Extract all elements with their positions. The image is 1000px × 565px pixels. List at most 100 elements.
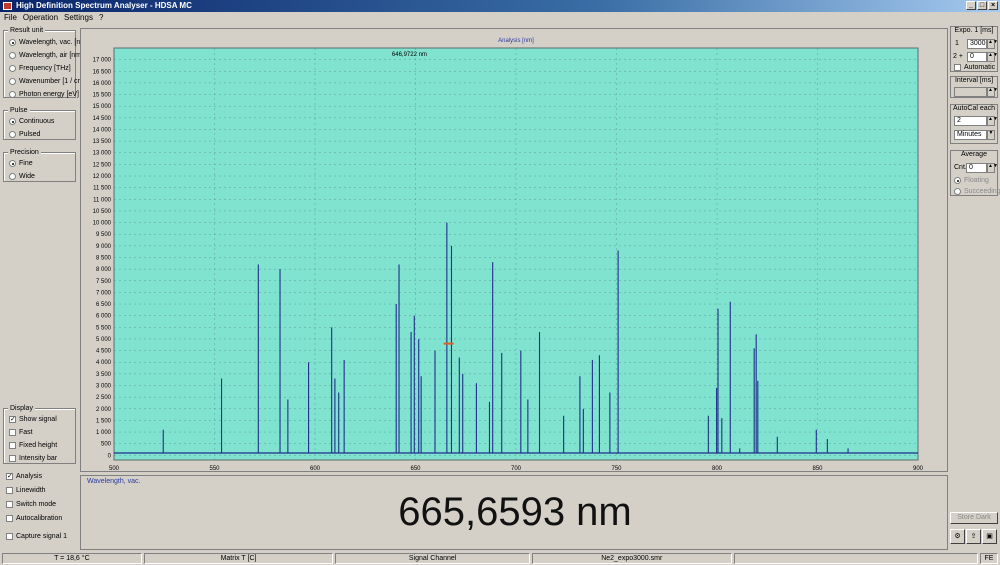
radio[interactable]: [9, 52, 16, 59]
precision-option-fine[interactable]: Fine: [9, 159, 33, 168]
interval-spinner[interactable]: ▲▼: [987, 87, 998, 97]
radio-selected[interactable]: [9, 160, 16, 167]
radio[interactable]: [9, 65, 16, 72]
radio[interactable]: [9, 91, 16, 98]
menu-help[interactable]: ?: [99, 12, 103, 24]
y-tick-label: 10 000: [93, 221, 112, 227]
window-controls: _ □ ×: [966, 1, 998, 10]
radio-selected[interactable]: [9, 39, 16, 46]
y-tick-label: 0: [108, 453, 112, 459]
y-tick-label: 2 000: [96, 407, 112, 413]
fixed-height-checkbox[interactable]: Fixed height: [9, 441, 57, 450]
menu-file[interactable]: File: [4, 12, 17, 24]
maximize-icon[interactable]: □: [977, 1, 987, 10]
checkbox[interactable]: [6, 487, 13, 494]
y-tick-label: 2 500: [96, 395, 112, 401]
settings-icon[interactable]: ⚙: [950, 529, 965, 544]
autocal-spinner[interactable]: ▲▼: [987, 116, 998, 126]
autocal-unit-select[interactable]: Minutes: [954, 130, 987, 140]
radio[interactable]: [9, 78, 16, 85]
save-icon[interactable]: ▣: [982, 529, 997, 544]
expo-1-input[interactable]: 3000: [967, 39, 987, 49]
precision-option-wide[interactable]: Wide: [9, 172, 35, 181]
y-tick-label: 10 500: [93, 209, 112, 215]
automatic-checkbox[interactable]: Automatic: [954, 63, 995, 72]
switch-mode-checkbox[interactable]: Switch mode: [6, 500, 56, 509]
autocal-input[interactable]: 2: [954, 116, 987, 126]
checkbox[interactable]: [9, 429, 16, 436]
app-icon: [3, 2, 12, 10]
fast-checkbox[interactable]: Fast: [9, 428, 33, 437]
pulse-option-pulsed[interactable]: Pulsed: [9, 130, 40, 139]
checkbox[interactable]: [6, 515, 13, 522]
expo-2-input[interactable]: 0: [967, 52, 987, 62]
status-flag: FE: [980, 553, 998, 564]
chevron-down-icon[interactable]: ▼: [987, 130, 995, 140]
title-bar: High Definition Spectrum Analyser - HDSA…: [0, 0, 1000, 12]
checkbox[interactable]: [954, 64, 961, 71]
result-unit-option-photon-energy[interactable]: Photon energy [eV]: [9, 90, 79, 99]
display-group: Display ✓ Show signal Fast Fixed height I…: [3, 404, 76, 464]
option-label: Continuous: [19, 118, 55, 125]
checkbox[interactable]: [6, 533, 13, 540]
x-tick-label: 650: [410, 466, 421, 472]
result-unit-option-wavelength-air[interactable]: Wavelength, air [nm]: [9, 51, 83, 60]
interval-caption: Interval [ms]: [954, 77, 994, 84]
analysis-checkbox[interactable]: ✓ Analysis: [6, 472, 42, 481]
pulse-option-continuous[interactable]: Continuous: [9, 117, 54, 126]
y-tick-label: 5 500: [96, 325, 112, 331]
radio-selected[interactable]: [9, 118, 16, 125]
spectrum-chart[interactable]: 0 500 1 000 1 500 2 000 2 500 3 000 3 500 4 000 4…: [80, 28, 948, 472]
average-spinner[interactable]: ▲▼: [987, 163, 998, 173]
y-tick-label: 4 500: [96, 349, 112, 355]
y-tick-label: 14 000: [93, 127, 112, 133]
checkbox[interactable]: [9, 455, 16, 462]
menu-operation[interactable]: Operation: [23, 12, 58, 24]
linewidth-checkbox[interactable]: Linewidth: [6, 486, 46, 495]
minimize-icon[interactable]: _: [966, 1, 976, 10]
checkbox-checked[interactable]: ✓: [6, 473, 13, 480]
radio[interactable]: [954, 188, 961, 195]
radio[interactable]: [9, 173, 16, 180]
checkbox[interactable]: [6, 501, 13, 508]
status-channel: Signal Channel: [335, 553, 530, 564]
average-cnt-input[interactable]: 0: [966, 163, 987, 173]
expo-2-spinner[interactable]: ▲▼: [987, 52, 998, 62]
option-label: Autocalibration: [16, 515, 63, 522]
option-label: Photon energy [eV]: [19, 91, 79, 98]
option-label: Analysis: [16, 473, 43, 480]
y-tick-label: 15 500: [93, 93, 112, 99]
average-succeeding-radio[interactable]: Succeeding: [954, 187, 1000, 196]
option-label: Succeeding: [964, 188, 1000, 195]
x-tick-label: 850: [812, 466, 823, 472]
radio[interactable]: [9, 131, 16, 138]
menu-settings[interactable]: Settings: [64, 12, 93, 24]
autocalibration-checkbox[interactable]: Autocalibration: [6, 514, 62, 523]
right-panel: Expo. 1 [ms] 1 3000 ▲▼ 2 + 0 ▲▼ Automati…: [948, 24, 1000, 548]
result-unit-group: Result unit Wavelength, vac. [nm] Wavele…: [3, 26, 88, 99]
interval-group: Interval [ms] ▲▼: [950, 76, 998, 98]
close-icon[interactable]: ×: [988, 1, 998, 10]
average-floating-radio[interactable]: Floating: [954, 176, 989, 185]
exposure-group: Expo. 1 [ms] 1 3000 ▲▼ 2 + 0 ▲▼ Automati…: [950, 26, 998, 72]
y-tick-label: 1 000: [96, 430, 112, 436]
checkbox[interactable]: [9, 442, 16, 449]
checkbox-checked[interactable]: ✓: [9, 416, 16, 423]
y-tick-label: 9 000: [96, 244, 112, 250]
intensity-bar-checkbox[interactable]: Intensity bar: [9, 454, 57, 463]
result-unit-option-wavenumber[interactable]: Wavenumber [1 / cm]: [9, 77, 85, 86]
y-tick-label: 8 500: [96, 255, 112, 261]
wavelength-readout: 665,6593 nm: [398, 490, 632, 534]
x-tick-label: 700: [511, 466, 522, 472]
result-unit-option-wavelength-vac[interactable]: Wavelength, vac. [nm]: [9, 38, 88, 47]
radio-selected[interactable]: [954, 177, 961, 184]
result-unit-option-frequency[interactable]: Frequency [THz]: [9, 64, 71, 73]
show-signal-checkbox[interactable]: ✓ Show signal: [9, 415, 57, 424]
capture-signal-checkbox[interactable]: Capture signal 1: [6, 532, 67, 541]
export-icon[interactable]: ⇪: [966, 529, 981, 544]
option-label: Wavelength, vac. [nm]: [19, 39, 88, 46]
expo-1-spinner[interactable]: ▲▼: [987, 39, 998, 49]
store-dark-button[interactable]: Store Dark: [950, 512, 998, 524]
y-tick-label: 11 000: [93, 197, 112, 203]
option-label: Pulsed: [19, 131, 41, 138]
